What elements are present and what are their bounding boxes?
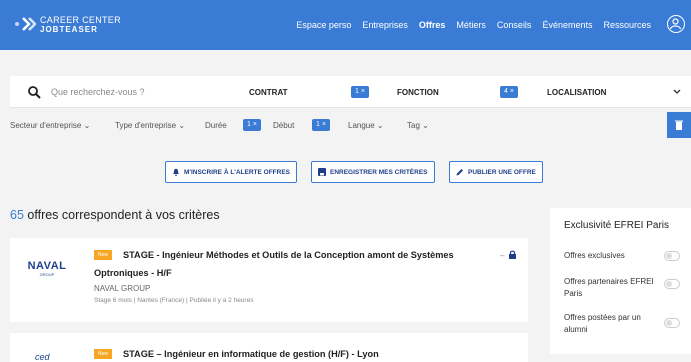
offer-title[interactable]: STAGE – Ingénieur en informatique de ges… xyxy=(123,347,379,361)
exclusive-offers-label: Offres exclusives xyxy=(564,251,625,260)
top-navigation-bar: CAREER CENTER JOBTEASER Espace perso Ent… xyxy=(0,0,691,50)
alumni-offers-label: Offres postées par un alumni xyxy=(564,313,641,334)
debut-filter[interactable]: Début xyxy=(273,121,294,130)
save-icon xyxy=(318,168,326,176)
nav-conseils[interactable]: Conseils xyxy=(497,20,532,30)
nav-evenements[interactable]: Événements xyxy=(542,20,592,30)
offer-card[interactable]: NAVAL GROUP New STAGE - Ingénieur Méthod… xyxy=(10,238,528,322)
secondary-filters: Secteur d'entreprise ⌄ Type d'entreprise… xyxy=(10,112,691,138)
new-badge: New xyxy=(94,250,113,260)
company-logo: ced xyxy=(35,352,50,362)
nav-espace-perso[interactable]: Espace perso xyxy=(296,20,351,30)
secteur-filter[interactable]: Secteur d'entreprise ⌄ xyxy=(10,121,90,130)
contrat-filter-label[interactable]: CONTRAT xyxy=(249,88,288,97)
new-badge: New xyxy=(94,349,113,359)
results-text: offres correspondent à vos critères xyxy=(27,208,220,222)
jobteaser-logo-icon xyxy=(14,14,37,34)
user-profile-icon[interactable] xyxy=(667,15,685,33)
tag-filter[interactable]: Tag ⌄ xyxy=(407,121,429,130)
partner-offers-label: Offres partenaires EFREI Paris xyxy=(564,277,654,298)
search-input[interactable]: Que recherchez-vous ? xyxy=(51,87,145,97)
duree-filter[interactable]: Durée xyxy=(205,121,227,130)
career-center-logo[interactable]: CAREER CENTER JOBTEASER xyxy=(14,14,121,34)
type-label: Type d'entreprise xyxy=(115,121,177,130)
save-criteria-button[interactable]: ENREGISTRER MES CRITÈRES xyxy=(311,161,435,183)
fonction-filter-label[interactable]: FONCTION xyxy=(397,88,439,97)
company-logo-text: NAVAL xyxy=(27,260,67,272)
debut-badge[interactable]: 1 × xyxy=(312,119,330,131)
nav-ressources[interactable]: Ressources xyxy=(603,20,651,30)
langue-label: Langue xyxy=(348,121,375,130)
localisation-filter-label[interactable]: LOCALISATION xyxy=(547,88,606,97)
offer-title[interactable]: STAGE - Ingénieur Méthodes et Outils de … xyxy=(123,248,475,262)
lock-icon xyxy=(509,250,516,259)
secteur-label: Secteur d'entreprise xyxy=(10,121,82,130)
offer-title-line1: STAGE - Ingénieur Méthodes et Outils de … xyxy=(123,250,454,260)
exclusivity-title: Exclusivité EFREI Paris xyxy=(564,220,670,231)
nav-metiers[interactable]: Métiers xyxy=(456,20,486,30)
type-filter[interactable]: Type d'entreprise ⌄ xyxy=(115,121,185,130)
alumni-offers-toggle[interactable] xyxy=(664,318,680,328)
nav-entreprises[interactable]: Entreprises xyxy=(362,20,408,30)
debut-label: Début xyxy=(273,121,295,130)
bell-icon xyxy=(173,168,179,176)
nav-offres[interactable]: Offres xyxy=(419,20,446,30)
results-count: 65 offres correspondent à vos critères xyxy=(10,208,220,222)
search-icon xyxy=(28,86,41,99)
main-nav: Espace perso Entreprises Offres Métiers … xyxy=(285,0,651,50)
trash-icon xyxy=(675,120,683,130)
offer-company: NAVAL GROUP xyxy=(94,284,151,293)
duree-label: Durée xyxy=(205,121,227,130)
brand-line2: JOBTEASER xyxy=(40,24,98,34)
clear-filters-button[interactable] xyxy=(667,112,691,138)
langue-filter[interactable]: Langue ⌄ xyxy=(348,121,384,130)
company-logo-text: ced xyxy=(35,352,50,362)
search-bar: Que recherchez-vous ? CONTRAT 1 × FONCTI… xyxy=(10,76,691,108)
tag-label: Tag xyxy=(407,121,420,130)
results-number: 65 xyxy=(10,208,24,222)
company-logo: NAVAL GROUP xyxy=(22,260,72,277)
offer-title-line2[interactable]: Optroniques - H/F xyxy=(94,266,172,280)
dash-icon: – xyxy=(500,251,505,260)
offer-card[interactable]: ced New STAGE – Ingénieur en informatiqu… xyxy=(10,333,528,362)
brand-line1: CAREER CENTER xyxy=(40,14,121,25)
chevron-down-icon[interactable] xyxy=(673,89,681,95)
partner-offers-toggle[interactable] xyxy=(664,279,680,289)
fonction-badge[interactable]: 4 × xyxy=(500,86,518,98)
publish-offer-label: PUBLIER UNE OFFRE xyxy=(468,168,536,176)
alert-offers-label: M'INSCRIRE À L'ALERTE OFFRES xyxy=(184,168,291,176)
duree-badge[interactable]: 1 × xyxy=(243,119,261,131)
exclusive-offers-toggle[interactable] xyxy=(664,251,680,261)
pencil-icon xyxy=(456,169,463,176)
save-criteria-label: ENREGISTRER MES CRITÈRES xyxy=(330,168,428,176)
exclusivity-panel: Exclusivité EFREI Paris Offres exclusive… xyxy=(550,208,691,354)
offer-meta: Stage 6 mois | Nantes (France) | Publiée… xyxy=(94,297,254,304)
publish-offer-button[interactable]: PUBLIER UNE OFFRE xyxy=(449,161,543,183)
company-logo-sub: GROUP xyxy=(39,272,55,277)
alert-offers-button[interactable]: M'INSCRIRE À L'ALERTE OFFRES xyxy=(165,161,298,183)
contrat-badge[interactable]: 1 × xyxy=(351,86,369,98)
